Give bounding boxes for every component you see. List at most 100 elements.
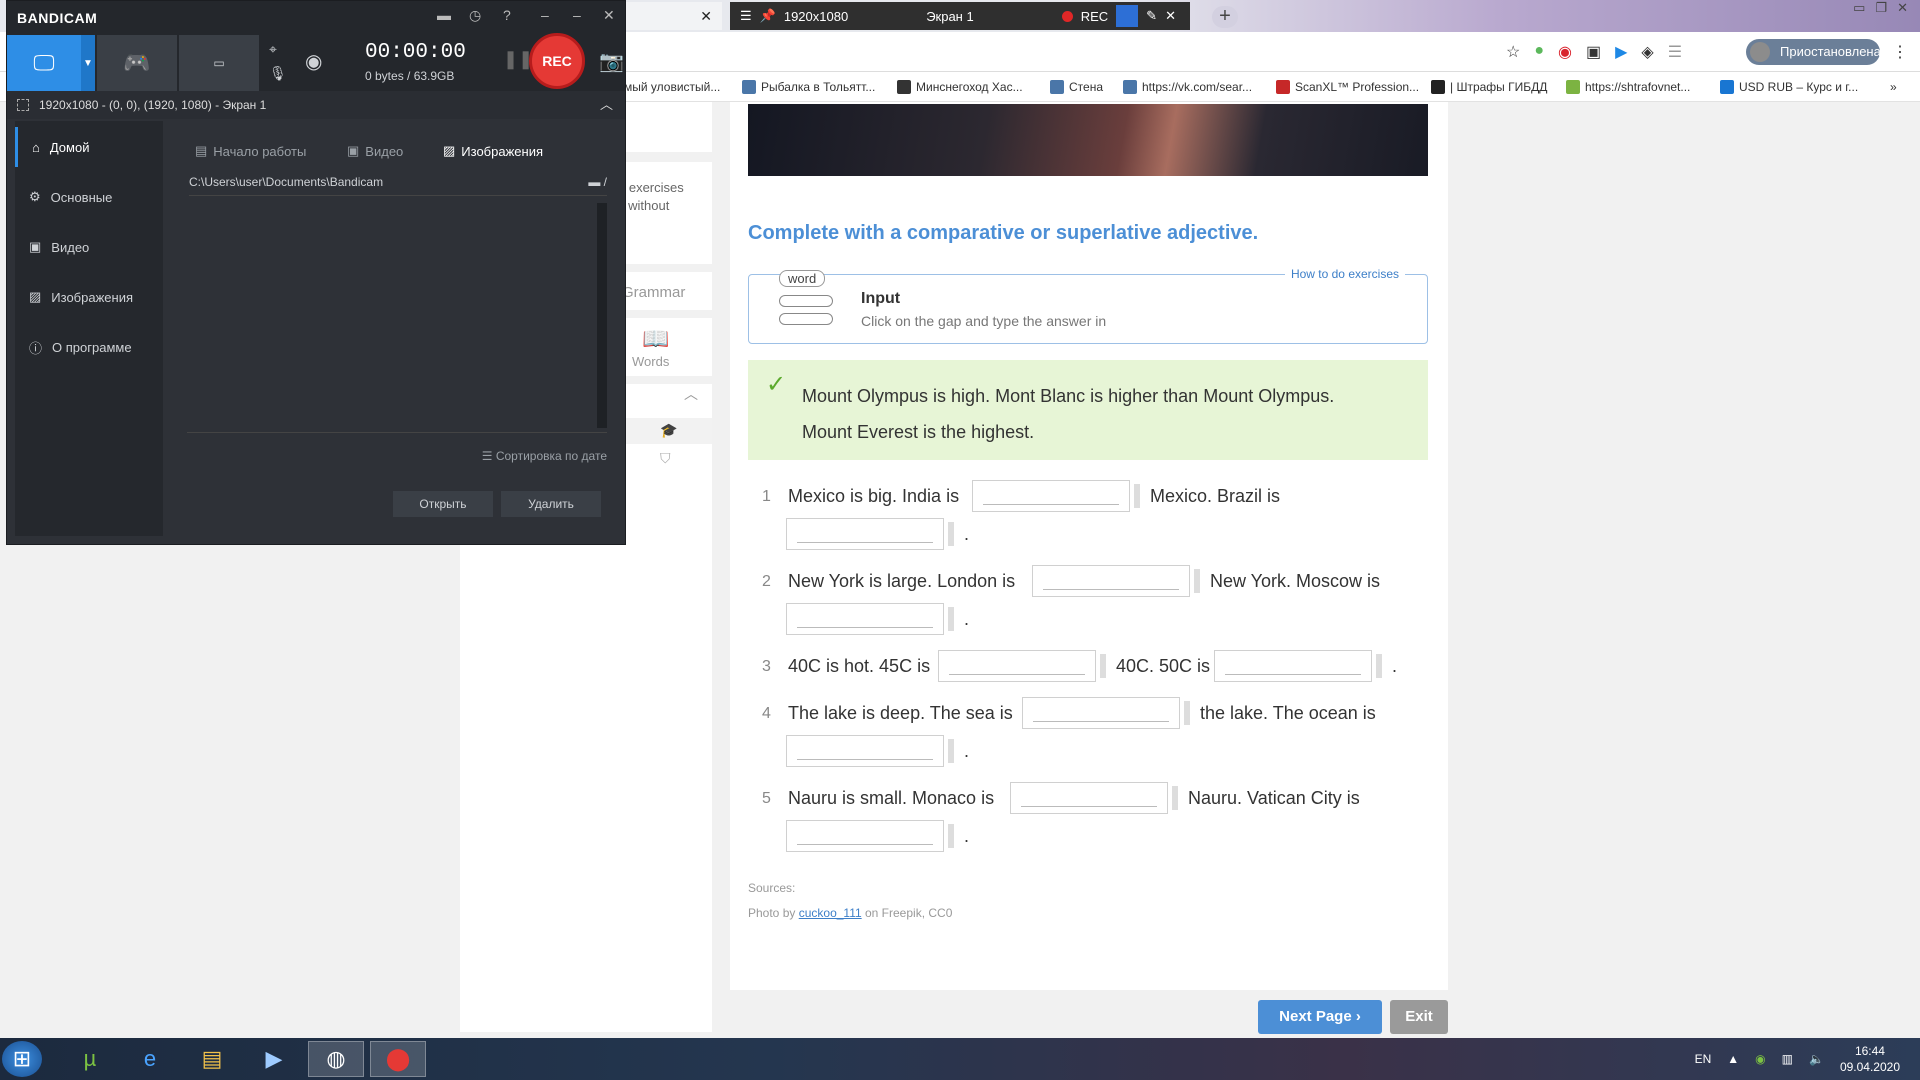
- close-icon[interactable]: ✕: [700, 8, 712, 25]
- bandicam-taskbar-icon[interactable]: ⬤: [370, 1041, 426, 1077]
- clock[interactable]: 16:44 09.04.2020: [1840, 1043, 1900, 1075]
- photo-author-link[interactable]: cuckoo_111: [799, 906, 862, 920]
- rec-button[interactable]: REC: [529, 33, 585, 89]
- answer-gap[interactable]: [1214, 650, 1372, 682]
- close-icon[interactable]: ✕: [1897, 0, 1908, 16]
- nav-about[interactable]: ⓘ О программе: [15, 327, 163, 367]
- minimize-icon[interactable]: ▭: [1853, 0, 1865, 16]
- exit-button[interactable]: Exit: [1390, 1000, 1448, 1034]
- mode-dropdown[interactable]: ▼: [81, 35, 95, 91]
- bandicam-tab-bar[interactable]: ☰ 📌 1920x1080 Экран 1 REC ✎ ✕: [730, 2, 1190, 30]
- sidebar-text: o exercises: [618, 180, 684, 195]
- next-page-button[interactable]: Next Page ›: [1258, 1000, 1382, 1034]
- graduation-icon: 🎓: [660, 422, 678, 438]
- help-icon[interactable]: ?: [503, 7, 511, 23]
- tab-getting-started[interactable]: ▤ Начало работы: [195, 143, 306, 159]
- close-icon[interactable]: ✕: [1165, 8, 1176, 24]
- bookmark-item[interactable]: Рыбалка в Тольятт...: [742, 80, 875, 94]
- item-end: .: [964, 609, 970, 629]
- chevron-right-icon[interactable]: »: [1890, 80, 1897, 94]
- bookmark-item[interactable]: USD RUB – Курс и г...: [1720, 80, 1858, 94]
- answer-gap[interactable]: [786, 518, 944, 550]
- folder-icon[interactable]: ▬ /: [588, 175, 607, 189]
- reading-list-icon[interactable]: ☰: [1668, 42, 1682, 62]
- answer-gap[interactable]: [786, 603, 944, 635]
- bookmark-item[interactable]: Минснегоход Хас...: [897, 80, 1023, 94]
- bookmark-item[interactable]: мый уловистый...: [624, 80, 720, 94]
- open-button[interactable]: Открыть: [393, 491, 493, 517]
- bookmark-item[interactable]: | Штрафы ГИБДД: [1431, 80, 1547, 94]
- answer-gap[interactable]: [1022, 697, 1180, 729]
- answer-gap[interactable]: [1010, 782, 1168, 814]
- clock-icon[interactable]: ◷: [469, 7, 481, 24]
- tray-app-icon[interactable]: ◉: [1755, 1052, 1765, 1066]
- tab-images[interactable]: ▨ Изображения: [443, 143, 543, 159]
- wall-icon: [1050, 80, 1064, 94]
- language-indicator[interactable]: EN: [1695, 1052, 1712, 1066]
- sort-control[interactable]: ☰ Сортировка по дате: [482, 449, 607, 463]
- bookmark-item[interactable]: ScanXL™ Profession...: [1276, 80, 1419, 94]
- screen-square-icon[interactable]: [1116, 5, 1139, 27]
- screen-mode-button[interactable]: 🖵: [7, 35, 81, 91]
- capture-area-bar[interactable]: 1920x1080 - (0, 0), (1920, 1080) - Экран…: [7, 91, 625, 119]
- file-list[interactable]: [187, 203, 607, 433]
- gap-marker: [948, 607, 954, 631]
- nav-general[interactable]: ⚙ Основные: [15, 177, 163, 217]
- chevron-up-icon[interactable]: ︿: [684, 384, 698, 404]
- pencil-icon[interactable]: ✎: [1146, 8, 1157, 24]
- pin-icon[interactable]: 📌: [760, 8, 776, 24]
- answer-gap[interactable]: [1032, 565, 1190, 597]
- device-mode-button[interactable]: ▭: [179, 35, 259, 91]
- chevron-up-icon[interactable]: ︿: [600, 91, 613, 119]
- microphone-icon[interactable]: 🎙: [269, 65, 287, 82]
- words-tab[interactable]: Words: [632, 354, 669, 369]
- chevron-up-icon[interactable]: ▲: [1727, 1052, 1739, 1066]
- profile-button[interactable]: Приостановлена: [1746, 39, 1881, 65]
- minimize-icon[interactable]: –: [541, 7, 549, 23]
- bookmark-item[interactable]: https://shtrafovnet...: [1566, 80, 1690, 94]
- play-icon[interactable]: ▶: [1615, 42, 1627, 62]
- minimize-tray-icon[interactable]: –: [573, 7, 581, 23]
- nav-video[interactable]: ▣ Видео: [15, 227, 163, 267]
- tab-video[interactable]: ▣ Видео: [347, 143, 403, 159]
- star-icon[interactable]: ☆: [1506, 42, 1520, 62]
- opera-icon[interactable]: ◉: [1558, 42, 1572, 62]
- explorer-icon[interactable]: ▤: [184, 1041, 240, 1077]
- bookmark-item[interactable]: Стена: [1050, 80, 1103, 94]
- media-player-icon[interactable]: ▶: [246, 1041, 302, 1077]
- game-mode-button[interactable]: 🎮: [97, 35, 177, 91]
- grammar-tab[interactable]: Grammar: [622, 284, 685, 301]
- input-title: Input: [861, 290, 901, 307]
- ie-icon[interactable]: e: [122, 1041, 178, 1077]
- webcam-icon[interactable]: ◉: [305, 49, 322, 74]
- nav-images[interactable]: ▨ Изображения: [15, 277, 163, 317]
- answer-gap[interactable]: [786, 735, 944, 767]
- extension-green-icon[interactable]: ●: [1534, 42, 1544, 62]
- book-icon[interactable]: 📖: [642, 326, 669, 352]
- close-icon[interactable]: ✕: [603, 7, 615, 24]
- new-tab-button[interactable]: +: [1212, 6, 1238, 28]
- menu-icon[interactable]: ☰: [740, 8, 752, 24]
- extension-box-icon[interactable]: ◈: [1641, 42, 1653, 62]
- how-to-link[interactable]: How to do exercises: [1284, 267, 1405, 281]
- more-menu-icon[interactable]: ⋮: [1892, 42, 1908, 62]
- scrollbar[interactable]: [597, 203, 607, 428]
- extension-cart-icon[interactable]: ▣: [1586, 42, 1601, 62]
- folder-icon[interactable]: ▬: [437, 7, 451, 23]
- start-button[interactable]: ⊞: [2, 1041, 42, 1077]
- answer-gap[interactable]: [938, 650, 1096, 682]
- mouse-icon[interactable]: ⌖: [269, 41, 277, 58]
- utorrent-icon[interactable]: µ: [62, 1041, 118, 1077]
- tab-rec[interactable]: REC: [1081, 9, 1108, 24]
- answer-gap[interactable]: [786, 820, 944, 852]
- delete-button[interactable]: Удалить: [501, 491, 601, 517]
- speaker-icon[interactable]: 🔈: [1809, 1052, 1824, 1066]
- network-icon[interactable]: ▥: [1782, 1052, 1793, 1066]
- answer-gap[interactable]: [972, 480, 1130, 512]
- camera-icon[interactable]: 📷: [599, 49, 624, 74]
- maximize-icon[interactable]: ❐: [1875, 0, 1887, 16]
- chrome-icon[interactable]: ◍: [308, 1041, 364, 1077]
- bookmark-item[interactable]: https://vk.com/sear...: [1123, 80, 1252, 94]
- exercise-item: 4 The lake is deep. The sea is the lake.…: [748, 697, 1428, 777]
- nav-home[interactable]: ⌂ Домой: [15, 127, 163, 167]
